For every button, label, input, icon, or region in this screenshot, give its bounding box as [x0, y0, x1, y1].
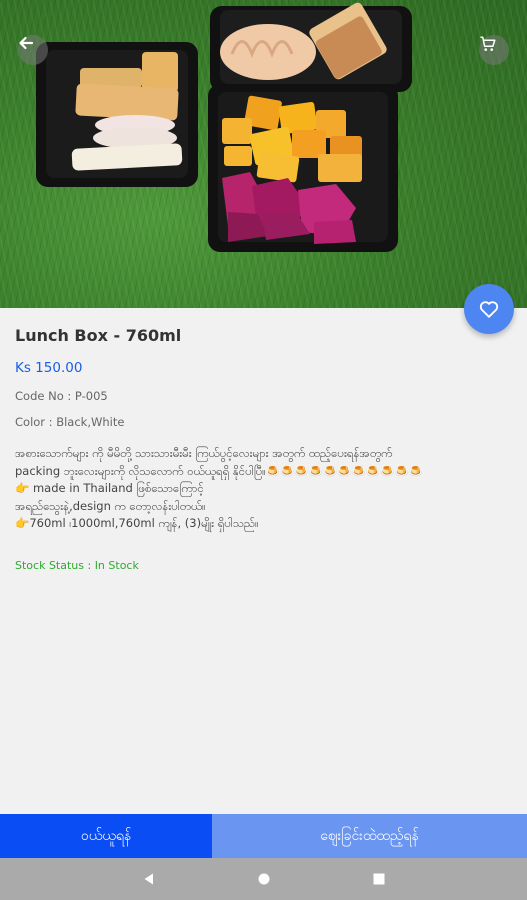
product-code: Code No : P-005 — [15, 389, 108, 403]
description-line: အရည်သွေးနဲ့,design က တော့လန်းပါတယ်။ — [15, 498, 206, 513]
back-button[interactable] — [18, 35, 48, 65]
nav-recent-button[interactable] — [369, 869, 389, 889]
heart-icon — [479, 301, 499, 318]
description-line: packing ဘူးလေးများကို လိုသလောက် ဝယ်ယူရရှ… — [15, 463, 424, 478]
shopping-cart-icon — [480, 36, 496, 51]
action-bar: ဝယ်ယူရန် ဈေးခြင်းထဲထည့်ရန် — [0, 814, 527, 858]
buy-now-button[interactable]: ဝယ်ယူရန် — [0, 814, 212, 858]
arrow-left-icon — [19, 36, 34, 50]
product-details: Lunch Box - 760ml Ks 150.00 Code No : P-… — [0, 308, 527, 814]
stock-status: Stock Status : In Stock — [15, 559, 139, 572]
product-photo-illustration — [36, 2, 412, 252]
description-line: 👉760ml ၊1000ml,760ml ကျန်, (3)မျိုး ရှိပ… — [15, 516, 259, 530]
system-navigation-bar — [0, 858, 527, 900]
circle-home-icon — [258, 873, 269, 885]
cart-button[interactable] — [479, 35, 509, 65]
triangle-back-icon — [144, 873, 153, 885]
product-price: Ks 150.00 — [15, 360, 83, 376]
product-description: အစားသောက်များ ကို မီမိတို့ သားသားမီးမီး … — [15, 445, 485, 533]
description-line: 👉 made in Thailand ဖြစ်သောကြောင့် — [15, 481, 204, 495]
description-line: အစားသောက်များ ကို မီမိတို့ သားသားမီးမီး … — [15, 446, 393, 460]
product-title: Lunch Box - 760ml — [15, 326, 182, 345]
nav-home-button[interactable] — [254, 869, 274, 889]
nav-back-button[interactable] — [139, 869, 159, 889]
product-color: Color : Black,White — [15, 415, 125, 429]
add-to-cart-button[interactable]: ဈေးခြင်းထဲထည့်ရန် — [212, 814, 527, 858]
product-image — [0, 0, 527, 308]
favorite-button[interactable] — [464, 284, 514, 334]
square-recent-icon — [373, 873, 384, 885]
